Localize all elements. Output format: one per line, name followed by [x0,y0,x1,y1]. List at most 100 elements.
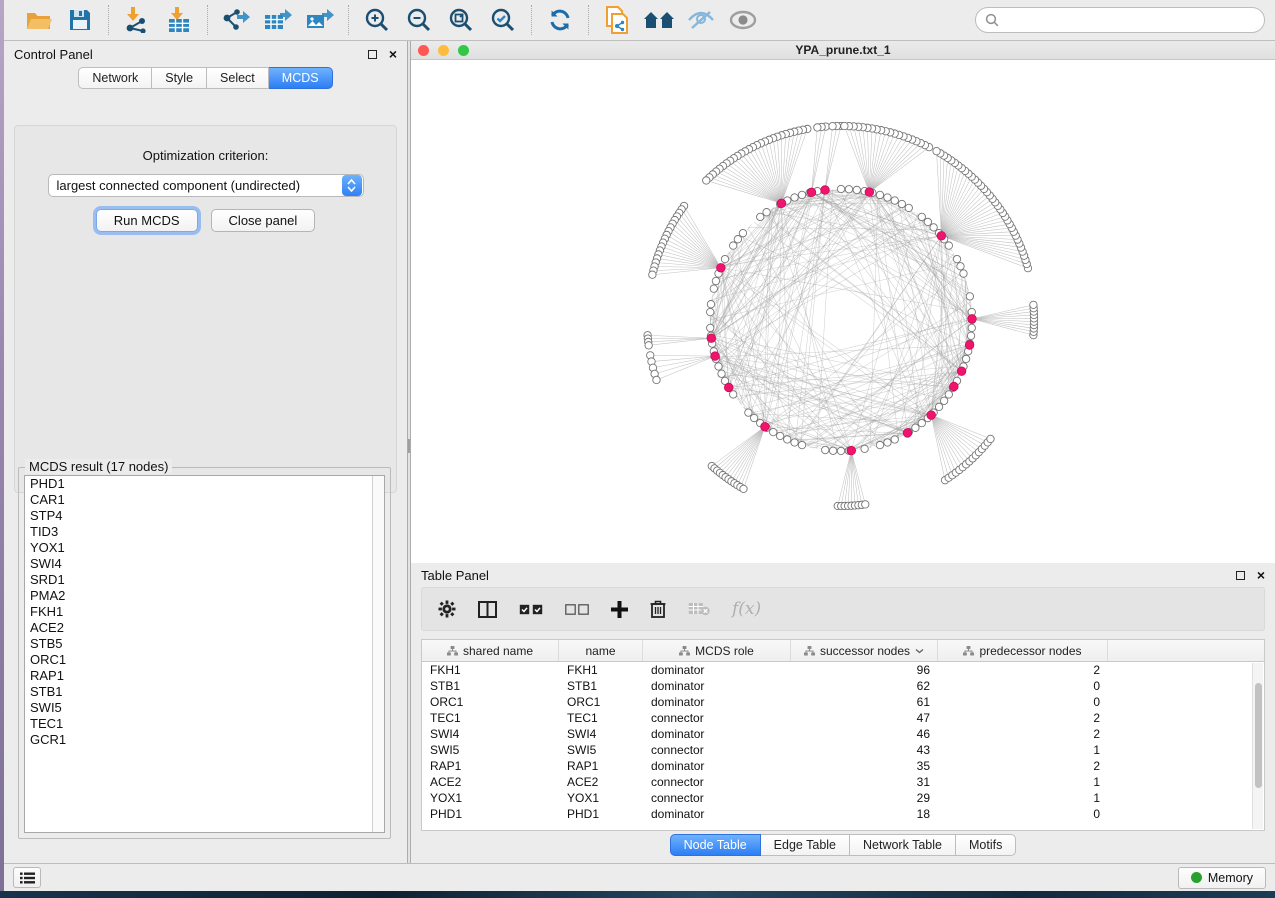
table-row[interactable]: RAP1RAP1dominator352 [422,758,1264,774]
save-session-icon[interactable] [64,5,96,35]
table-row[interactable]: STB1STB1dominator620 [422,678,1264,694]
mcds-result-item[interactable]: ORC1 [25,652,384,668]
mcds-result-item[interactable]: PMA2 [25,588,384,604]
mcds-options-panel: Optimization criterion: largest connecte… [14,125,397,493]
table-cell: ACE2 [559,775,643,789]
column-type-icon [447,646,458,656]
add-column-icon[interactable] [611,601,628,618]
column-header-successor-nodes[interactable]: successor nodes [791,640,938,661]
table-row[interactable]: FKH1FKH1dominator962 [422,662,1264,678]
zoom-out-icon[interactable] [403,5,435,35]
search-field[interactable] [975,7,1265,33]
close-panel-button[interactable]: Close panel [211,209,316,232]
mcds-result-item[interactable]: STB1 [25,684,384,700]
mcds-result-item[interactable]: TEC1 [25,716,384,732]
table-cell: FKH1 [559,663,643,677]
open-file-icon[interactable] [22,5,54,35]
table-row[interactable]: SWI5SWI5connector431 [422,742,1264,758]
split-view-icon[interactable] [478,601,497,618]
mcds-result-item[interactable]: SRD1 [25,572,384,588]
export-image-icon[interactable] [304,5,336,35]
table-cell: connector [643,791,791,805]
column-header-predecessor-nodes[interactable]: predecessor nodes [938,640,1108,661]
show-all-icon[interactable] [727,5,759,35]
mcds-result-item[interactable]: STP4 [25,508,384,524]
status-bar: Memory [4,863,1275,891]
tab-mcds[interactable]: MCDS [269,67,333,89]
mcds-result-item[interactable]: CAR1 [25,492,384,508]
zoom-fit-icon[interactable] [445,5,477,35]
mcds-result-item[interactable]: RAP1 [25,668,384,684]
network-canvas[interactable] [411,60,1275,562]
import-network-icon[interactable] [121,5,153,35]
table-settings-icon[interactable] [438,600,456,618]
mcds-result-item[interactable]: SWI5 [25,700,384,716]
table-cell: 47 [791,711,938,725]
tab-select[interactable]: Select [207,67,269,89]
table-cell: 1 [938,791,1108,805]
network-window-titlebar[interactable]: YPA_prune.txt_1 [411,41,1275,60]
control-panel-close-icon[interactable]: × [389,47,397,61]
tab-network[interactable]: Network [78,67,152,89]
table-cell: STB1 [422,679,559,693]
mcds-result-item[interactable]: PHD1 [25,476,384,492]
mcds-list-scrollbar[interactable] [372,476,384,832]
table-panel-minimize-icon[interactable] [1236,571,1245,580]
toolbar-separator [531,5,532,35]
table-cell: YOX1 [422,791,559,805]
table-panel-close-icon[interactable]: × [1257,568,1265,582]
table-row[interactable]: ORC1ORC1dominator610 [422,694,1264,710]
control-panel-tabs: NetworkStyleSelectMCDS [4,67,407,89]
zoom-selected-icon[interactable] [487,5,519,35]
export-table-icon[interactable] [262,5,294,35]
tab-edge-table[interactable]: Edge Table [761,834,850,856]
tab-motifs[interactable]: Motifs [956,834,1016,856]
mcds-result-item[interactable]: STB5 [25,636,384,652]
mcds-result-item[interactable]: YOX1 [25,540,384,556]
run-mcds-button[interactable]: Run MCDS [96,209,198,232]
column-header-name[interactable]: name [559,640,643,661]
mcds-result-item[interactable]: GCR1 [25,732,384,748]
first-neighbors-icon[interactable] [643,5,675,35]
hide-selected-icon[interactable] [685,5,717,35]
table-row[interactable]: PHD1PHD1dominator180 [422,806,1264,822]
select-all-checks-icon[interactable] [519,604,543,615]
mcds-result-item[interactable]: ACE2 [25,620,384,636]
deselect-all-checks-icon[interactable] [565,604,589,615]
zoom-in-icon[interactable] [361,5,393,35]
table-row[interactable]: TEC1TEC1connector472 [422,710,1264,726]
network-graph[interactable] [411,60,1275,562]
ui-settings-button[interactable] [13,867,41,888]
export-network-icon[interactable] [220,5,252,35]
table-cell: dominator [643,679,791,693]
mcds-result-list[interactable]: PHD1CAR1STP4TID3YOX1SWI4SRD1PMA2FKH1ACE2… [24,475,385,833]
mcds-result-item[interactable]: TID3 [25,524,384,540]
table-row[interactable]: YOX1YOX1connector291 [422,790,1264,806]
delete-column-icon[interactable] [650,600,666,618]
table-row[interactable]: SWI4SWI4dominator462 [422,726,1264,742]
table-scrollbar[interactable] [1252,663,1263,829]
refresh-layout-icon[interactable] [544,5,576,35]
mcds-result-item[interactable]: FKH1 [25,604,384,620]
mcds-result-item[interactable]: SWI4 [25,556,384,572]
column-header-shared-name[interactable]: shared name [422,640,559,661]
tab-node-table[interactable]: Node Table [670,834,761,856]
table-cell: RAP1 [559,759,643,773]
search-input[interactable] [1005,12,1255,28]
memory-button[interactable]: Memory [1178,867,1266,889]
mcds-result-group: MCDS result (17 nodes) PHD1CAR1STP4TID3Y… [18,467,391,839]
table-cell: SWI5 [422,743,559,757]
table-row[interactable]: ACE2ACE2connector311 [422,774,1264,790]
list-icon [20,872,35,884]
tab-style[interactable]: Style [152,67,207,89]
import-table-icon[interactable] [163,5,195,35]
toolbar-separator [348,5,349,35]
optimization-criterion-select[interactable]: largest connected component (undirected) [48,174,364,197]
tab-network-table[interactable]: Network Table [850,834,956,856]
table-cell: FKH1 [422,663,559,677]
table-cell: 0 [938,695,1108,709]
control-panel-minimize-icon[interactable] [368,50,377,59]
column-header-MCDS-role[interactable]: MCDS role [643,640,791,661]
sort-desc-icon [915,648,924,654]
duplicate-network-icon[interactable] [601,5,633,35]
